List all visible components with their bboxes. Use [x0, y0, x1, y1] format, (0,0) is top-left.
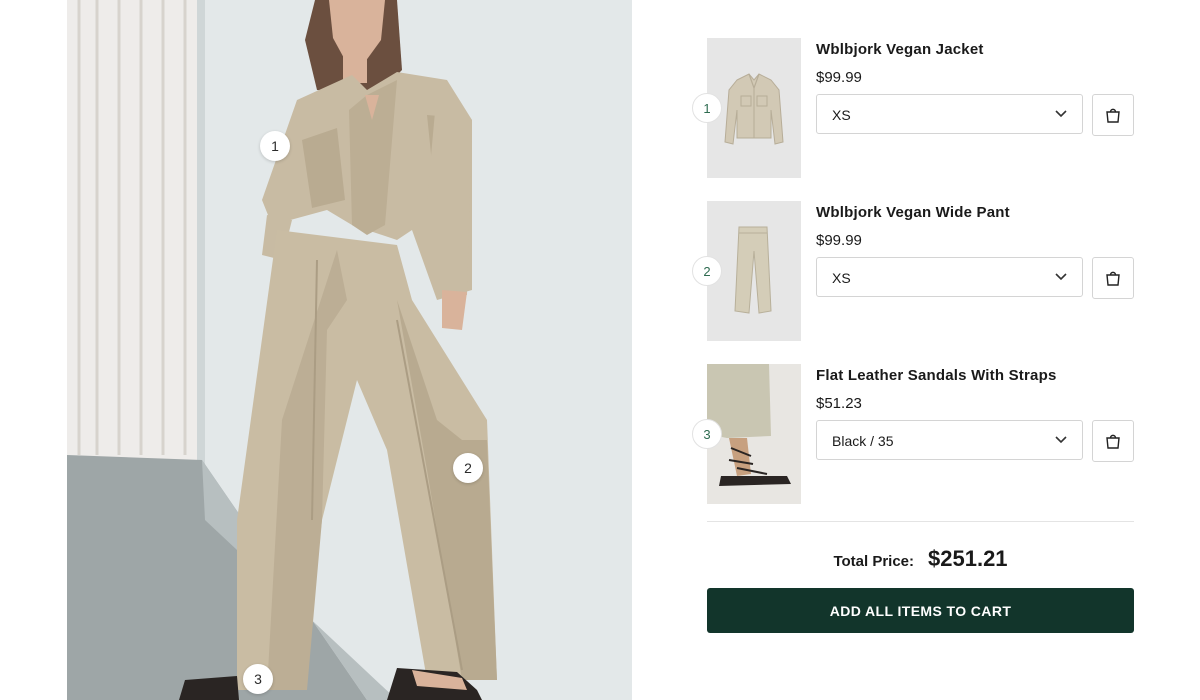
total-price-amount: $251.21 — [928, 546, 1008, 571]
lookbook-photo: 1 2 3 — [67, 0, 632, 700]
product-name[interactable]: Wblbjork Vegan Wide Pant — [816, 204, 1010, 221]
product-name[interactable]: Flat Leather Sandals With Straps — [816, 367, 1056, 384]
add-to-cart-button[interactable] — [1092, 94, 1134, 136]
add-all-to-cart-button[interactable]: ADD ALL ITEMS TO CART — [707, 588, 1134, 633]
hotspot-pants[interactable]: 2 — [453, 453, 483, 483]
divider — [707, 521, 1134, 522]
variant-select[interactable]: Black / 35 — [816, 420, 1083, 460]
add-to-cart-button[interactable] — [1092, 257, 1134, 299]
hotspot-sandals[interactable]: 3 — [243, 664, 273, 694]
product-price: $51.23 — [816, 395, 862, 412]
shopping-bag-icon — [1106, 434, 1120, 449]
model-outfit-illustration — [67, 0, 632, 700]
product-number-badge: 3 — [692, 419, 722, 449]
shopping-bag-icon — [1106, 271, 1120, 286]
product-item: 3 Flat Leather Sandals With Straps $51.2… — [692, 364, 1134, 527]
total-price-row: Total Price: $251.21 — [707, 546, 1134, 572]
size-select[interactable]: XS — [816, 257, 1083, 297]
chevron-down-icon — [1055, 436, 1067, 444]
product-price: $99.99 — [816, 69, 862, 86]
total-price-label: Total Price: — [833, 553, 915, 570]
product-number-badge: 1 — [692, 93, 722, 123]
chevron-down-icon — [1055, 273, 1067, 281]
product-name[interactable]: Wblbjork Vegan Jacket — [816, 41, 984, 58]
variant-select-value: Black / 35 — [832, 433, 894, 449]
chevron-down-icon — [1055, 110, 1067, 118]
size-select-value: XS — [832, 107, 851, 123]
size-select-value: XS — [832, 270, 851, 286]
shopping-bag-icon — [1106, 108, 1120, 123]
product-price: $99.99 — [816, 232, 862, 249]
size-select[interactable]: XS — [816, 94, 1083, 134]
product-item: 2 Wblbjork Vegan Wide Pant $99.99 XS — [692, 201, 1134, 364]
product-item: 1 Wblbjork Vegan Jacket $99.99 XS — [692, 38, 1134, 201]
hotspot-jacket[interactable]: 1 — [260, 131, 290, 161]
add-to-cart-button[interactable] — [1092, 420, 1134, 462]
bundle-product-list: 1 Wblbjork Vegan Jacket $99.99 XS 2 Wblb… — [692, 38, 1134, 527]
product-number-badge: 2 — [692, 256, 722, 286]
